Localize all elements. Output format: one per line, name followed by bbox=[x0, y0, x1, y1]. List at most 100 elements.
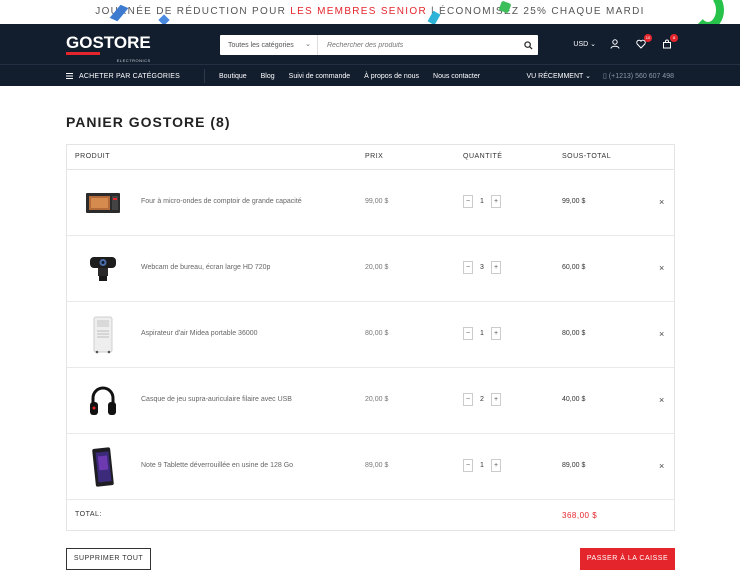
nav-divider bbox=[204, 69, 205, 83]
nav-link-about[interactable]: À propos de nous bbox=[364, 73, 419, 80]
cart-button[interactable]: 8 bbox=[660, 34, 678, 51]
decrease-qty-button[interactable]: − bbox=[463, 327, 473, 340]
currency-selector[interactable]: USD ⌄ bbox=[573, 40, 596, 48]
cart-table-header: PRODUIT PRIX QUANTITÉ SOUS-TOTAL bbox=[67, 145, 674, 170]
logo-underline bbox=[66, 52, 100, 55]
row-subtotal: 60,00 $ bbox=[562, 264, 586, 271]
wishlist-count-badge: 10 bbox=[644, 34, 652, 42]
search-bar: Toutes les catégories ⌄ bbox=[220, 35, 538, 55]
main-header: GOSTORE ELECTRONICS Toutes les catégorie… bbox=[0, 24, 740, 64]
quantity-stepper: − 2 + bbox=[463, 393, 501, 406]
phone-number-text: (+1213) 560 607 498 bbox=[608, 73, 674, 80]
column-header-price: PRIX bbox=[365, 153, 384, 160]
column-header-quantity: QUANTITÉ bbox=[463, 153, 503, 160]
search-input[interactable] bbox=[318, 35, 518, 55]
remove-item-button[interactable]: × bbox=[659, 263, 664, 273]
product-name-link[interactable]: Webcam de bureau, écran large HD 720p bbox=[141, 264, 270, 271]
row-subtotal: 80,00 $ bbox=[562, 330, 586, 337]
air-conditioner-icon bbox=[93, 316, 113, 354]
column-header-subtotal: SOUS-TOTAL bbox=[562, 153, 612, 160]
remove-item-button[interactable]: × bbox=[659, 395, 664, 405]
product-thumbnail[interactable] bbox=[85, 447, 121, 487]
close-icon: × bbox=[659, 263, 665, 273]
increase-qty-button[interactable]: + bbox=[491, 327, 501, 340]
main-nav: ACHETER PAR CATÉGORIES Boutique Blog Sui… bbox=[0, 64, 740, 86]
headphones-icon bbox=[90, 386, 116, 415]
page-title: PANIER GOSTORE (8) bbox=[66, 114, 231, 130]
chevron-down-icon: ⌄ bbox=[305, 41, 311, 48]
chevron-down-icon: ⌄ bbox=[590, 41, 596, 48]
quantity-value[interactable]: 3 bbox=[473, 264, 491, 271]
browse-categories-button[interactable]: ACHETER PAR CATÉGORIES bbox=[66, 65, 180, 87]
quantity-stepper: − 1 + bbox=[463, 195, 501, 208]
search-button[interactable] bbox=[518, 35, 538, 55]
quantity-value[interactable]: 1 bbox=[473, 462, 491, 469]
nav-link-order-tracking[interactable]: Suivi de commande bbox=[289, 73, 350, 80]
increase-qty-button[interactable]: + bbox=[491, 261, 501, 274]
product-thumbnail[interactable] bbox=[85, 315, 121, 355]
recently-viewed-dropdown[interactable]: VU RÉCEMMENT ⌄ bbox=[527, 72, 591, 80]
product-name-link[interactable]: Note 9 Tablette déverrouillée en usine d… bbox=[141, 462, 293, 469]
nav-link-contact[interactable]: Nous contacter bbox=[433, 73, 480, 80]
decrease-qty-button[interactable]: − bbox=[463, 195, 473, 208]
product-name-link[interactable]: Aspirateur d'air Midea portable 36000 bbox=[141, 330, 258, 337]
search-icon bbox=[523, 40, 533, 50]
increase-qty-button[interactable]: + bbox=[491, 393, 501, 406]
product-price: 20,00 $ bbox=[365, 264, 389, 271]
category-select[interactable]: Toutes les catégories ⌄ bbox=[220, 35, 318, 55]
close-icon: × bbox=[659, 197, 665, 207]
recently-viewed-label: VU RÉCEMMENT bbox=[526, 73, 584, 80]
nav-right: VU RÉCEMMENT ⌄ ▯ (+1213) 560 607 498 bbox=[527, 65, 675, 87]
quantity-value[interactable]: 1 bbox=[473, 198, 491, 205]
product-name-link[interactable]: Four à micro-ondes de comptoir de grande… bbox=[141, 198, 302, 205]
promo-text-part2: | ÉCONOMISEZ 25% CHAQUE MARDI bbox=[426, 6, 645, 17]
quantity-stepper: − 3 + bbox=[463, 261, 501, 274]
table-row: Webcam de bureau, écran large HD 720p 20… bbox=[67, 236, 674, 302]
promo-text: JOURNÉE DE RÉDUCTION POUR LES MEMBRES SE… bbox=[95, 6, 644, 17]
nav-link-blog[interactable]: Blog bbox=[261, 73, 275, 80]
user-icon bbox=[610, 39, 620, 49]
nav-links: Boutique Blog Suivi de commande À propos… bbox=[219, 65, 480, 87]
remove-item-button[interactable]: × bbox=[659, 461, 664, 471]
product-thumbnail[interactable] bbox=[85, 183, 121, 223]
clear-cart-button[interactable]: SUPPRIMER TOUT bbox=[66, 548, 151, 570]
wishlist-button[interactable]: 10 bbox=[634, 34, 652, 51]
close-icon: × bbox=[659, 395, 665, 405]
total-label: TOTAL: bbox=[75, 511, 102, 518]
currency-label: USD bbox=[573, 41, 589, 48]
table-row: Four à micro-ondes de comptoir de grande… bbox=[67, 170, 674, 236]
close-icon: × bbox=[659, 329, 665, 339]
account-button[interactable] bbox=[608, 37, 622, 51]
quantity-value[interactable]: 1 bbox=[473, 330, 491, 337]
product-thumbnail[interactable] bbox=[85, 381, 121, 421]
increase-qty-button[interactable]: + bbox=[491, 459, 501, 472]
menu-icon bbox=[66, 73, 73, 79]
table-row: Note 9 Tablette déverrouillée en usine d… bbox=[67, 434, 674, 500]
phone-icon: ▯ bbox=[602, 73, 607, 80]
increase-qty-button[interactable]: + bbox=[491, 195, 501, 208]
quantity-stepper: − 1 + bbox=[463, 459, 501, 472]
promo-highlight: LES MEMBRES SENIOR bbox=[290, 6, 427, 17]
remove-item-button[interactable]: × bbox=[659, 197, 664, 207]
checkout-button[interactable]: PASSER À LA CAISSE bbox=[580, 548, 675, 570]
table-row: Aspirateur d'air Midea portable 36000 80… bbox=[67, 302, 674, 368]
chevron-down-icon: ⌄ bbox=[585, 73, 591, 80]
tablet-icon bbox=[92, 447, 114, 487]
remove-item-button[interactable]: × bbox=[659, 329, 664, 339]
confetti-shape bbox=[692, 0, 724, 24]
nav-link-shop[interactable]: Boutique bbox=[219, 73, 247, 80]
store-logo[interactable]: GOSTORE ELECTRONICS bbox=[66, 33, 151, 63]
product-price: 99,00 $ bbox=[365, 198, 389, 205]
logo-text: GOSTORE bbox=[66, 33, 151, 52]
product-name-link[interactable]: Casque de jeu supra-auriculaire filaire … bbox=[141, 396, 292, 403]
total-value: 368,00 $ bbox=[562, 511, 598, 520]
product-thumbnail[interactable] bbox=[85, 249, 121, 289]
decrease-qty-button[interactable]: − bbox=[463, 459, 473, 472]
decrease-qty-button[interactable]: − bbox=[463, 261, 473, 274]
column-header-product: PRODUIT bbox=[75, 153, 110, 160]
phone-number: ▯ (+1213) 560 607 498 bbox=[603, 72, 674, 80]
decrease-qty-button[interactable]: − bbox=[463, 393, 473, 406]
quantity-stepper: − 1 + bbox=[463, 327, 501, 340]
browse-categories-label: ACHETER PAR CATÉGORIES bbox=[79, 72, 180, 80]
quantity-value[interactable]: 2 bbox=[473, 396, 491, 403]
